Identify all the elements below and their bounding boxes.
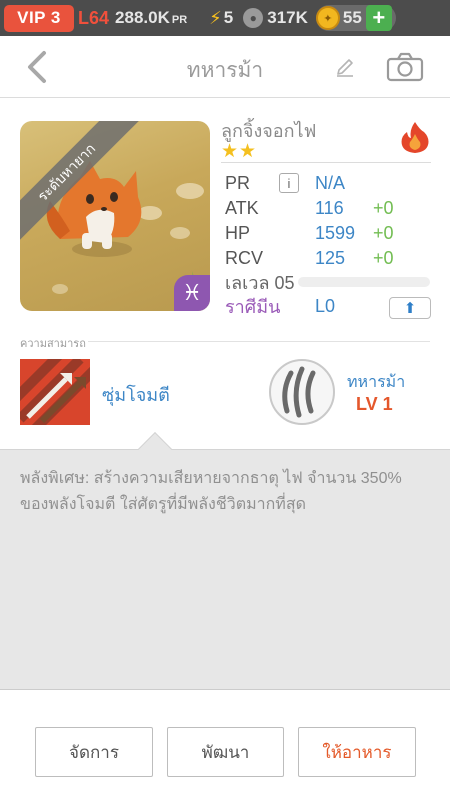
energy-counter[interactable]: ⚡ 5 — [209, 8, 233, 29]
star-rating: ★★ — [221, 141, 258, 162]
ability-section-label: ความสามารถ — [20, 338, 86, 350]
leader-claw-graphic — [282, 366, 316, 418]
coin-icon: ✦ — [315, 6, 340, 30]
stat-label: RCV — [225, 247, 264, 268]
stat-value: 125 — [315, 247, 346, 268]
action-footer: จัดการ พัฒนา ให้อาหาร — [0, 689, 450, 800]
vip-badge[interactable]: VIP 3 — [4, 4, 74, 32]
lightning-icon: ⚡ — [209, 7, 222, 28]
leader-skill-level: LV 1 — [356, 394, 393, 414]
skill-name[interactable]: ซุ่มโจมตี — [102, 380, 170, 409]
stat-row-hp: HP 1599 +0 — [225, 220, 394, 246]
camera-icon[interactable] — [386, 52, 424, 82]
page-header: ทหารม้า — [0, 36, 450, 98]
stat-label: HP — [225, 222, 251, 243]
stat-value: 1599 — [315, 222, 356, 243]
zodiac-label: ราศีมีน — [225, 296, 281, 317]
arrow-up-icon: ⬆ — [403, 300, 417, 317]
player-pr: 288.0K PR — [115, 8, 187, 28]
level-progress-bar — [298, 277, 430, 287]
ambush-skill-icon[interactable] — [20, 359, 90, 425]
stat-bonus: +0 — [373, 247, 394, 268]
pencil-icon[interactable] — [334, 56, 356, 78]
paw-icon: ● — [243, 8, 264, 28]
section-divider — [88, 341, 430, 342]
manage-button[interactable]: จัดการ — [35, 727, 153, 777]
stat-label: ATK — [225, 197, 259, 218]
character-portrait[interactable]: ระดับหายาก ♓ — [20, 121, 210, 311]
stat-row-pr: PR i N/A — [225, 170, 345, 196]
zodiac-row: ราศีมีน L0 — [225, 293, 335, 319]
add-coins-button[interactable]: + — [365, 5, 392, 31]
crossed-arrows-icon — [20, 359, 90, 425]
pisces-icon: ♓ — [174, 275, 210, 311]
status-bar: VIP 3 L64 288.0K PR ⚡ 5 ● 317K ✦ 55 + — [0, 0, 450, 36]
player-level: L64 — [78, 7, 110, 28]
skill-description: พลังพิเศษ: สร้างความเสียหายจากธาตุ ไฟ จำ… — [20, 470, 402, 513]
page-title: ทหารม้า — [186, 59, 264, 82]
claw-icon[interactable] — [269, 359, 335, 425]
fire-element-icon — [401, 122, 429, 153]
paw-counter[interactable]: ● 317K — [243, 8, 308, 28]
stat-row-atk: ATK 116 +0 — [225, 195, 394, 221]
zodiac-value: L0 — [315, 295, 336, 316]
stat-label: PR — [225, 172, 251, 193]
upgrade-button[interactable]: ⬆ — [389, 297, 431, 319]
info-icon[interactable]: i — [279, 173, 299, 193]
stat-bonus: +0 — [373, 197, 394, 218]
feed-button[interactable]: ให้อาหาร — [298, 727, 416, 777]
leader-skill-name[interactable]: ทหารม้า — [347, 370, 405, 395]
stat-value: N/A — [315, 172, 346, 193]
stat-value: 116 — [315, 197, 344, 218]
develop-button[interactable]: พัฒนา — [167, 727, 284, 777]
pr-unit: PR — [171, 14, 188, 26]
name-divider — [221, 162, 431, 163]
coin-value: 55 — [342, 8, 362, 27]
energy-value: 5 — [223, 8, 234, 27]
pr-value: 288.0K — [115, 8, 170, 27]
paw-value: 317K — [267, 8, 308, 27]
stat-bonus: +0 — [373, 222, 394, 243]
coin-counter[interactable]: ✦ 55 + — [315, 5, 396, 31]
